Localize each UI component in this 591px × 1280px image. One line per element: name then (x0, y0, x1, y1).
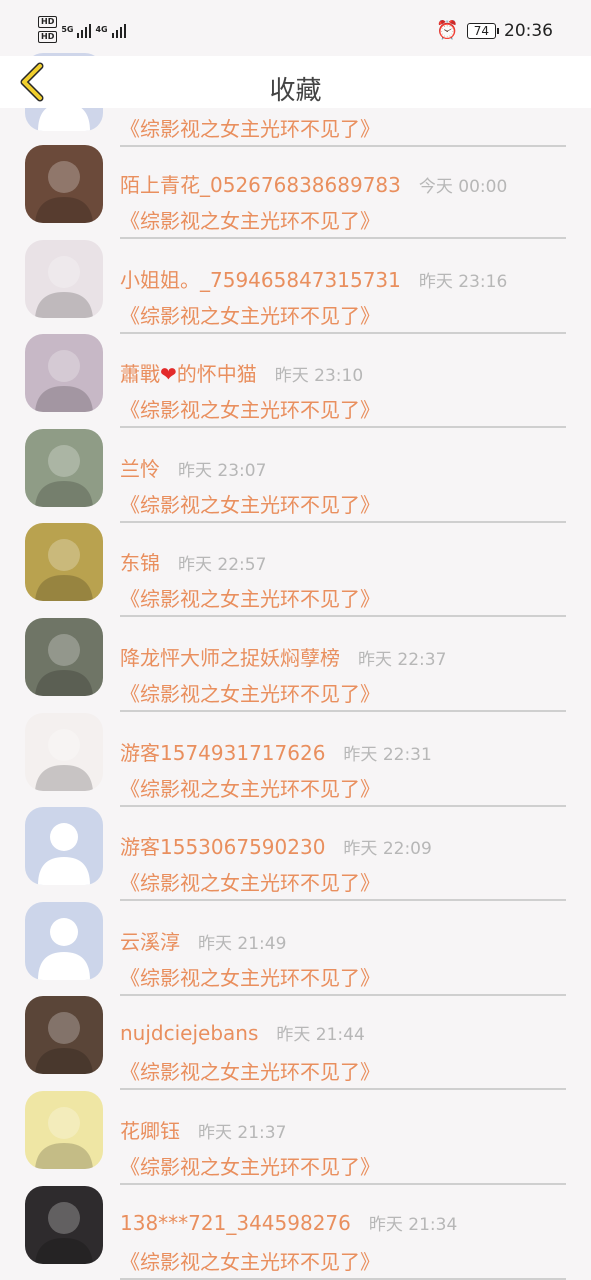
list-item[interactable]: 降龙怦大师之捉妖焖孽榜 昨天 22:37 《综影视之女主光环不见了》 (0, 598, 591, 712)
list-item[interactable]: 兰怜 昨天 23:07 《综影视之女主光环不见了》 (0, 409, 591, 523)
user-name: 小姐姐。_759465847315731 (120, 267, 401, 292)
hd-badge-1: HD (38, 16, 58, 28)
avatar[interactable] (25, 1185, 103, 1264)
divider (120, 1277, 566, 1280)
avatar[interactable] (25, 901, 103, 980)
avatar[interactable] (25, 239, 103, 318)
item-header-row: 蕭戰❤的怀中猫 昨天 23:10 (120, 358, 363, 387)
list-item[interactable]: 138***721_344598276 昨天 21:34 《综影视之女主光环不见了》 (0, 1166, 591, 1280)
item-header-row: 小姐姐。_759465847315731 昨天 23:16 (120, 264, 507, 293)
timestamp: 昨天 23:16 (418, 271, 508, 292)
user-name: 云溪淳 (120, 929, 180, 954)
user-name: 东锦 (120, 551, 160, 576)
user-name: 花卿钰 (120, 1119, 180, 1143)
user-name: nujdciejebans (120, 1021, 259, 1046)
app-header: 收藏 (0, 56, 591, 108)
user-name: 兰怜 (120, 456, 160, 481)
timestamp: 昨天 21:44 (276, 1025, 365, 1046)
avatar[interactable] (25, 996, 103, 1075)
timestamp: 昨天 21:37 (198, 1123, 287, 1143)
timestamp: 昨天 23:10 (274, 366, 364, 387)
user-name: 游客1553067590230 (120, 835, 326, 860)
list-item[interactable]: nujdciejebans 昨天 21:44 《综影视之女主光环不见了》 (0, 976, 591, 1091)
avatar[interactable] (25, 334, 103, 413)
list-item[interactable]: 花卿钰 昨天 21:37 《综影视之女主光环不见了》 (0, 1071, 591, 1185)
user-name: 陌上青花_052676838689783 (120, 173, 401, 197)
avatar[interactable] (25, 428, 103, 507)
item-header-row: 游客1574931717626 昨天 22:31 (120, 737, 432, 766)
user-name-suffix: 的怀中猫 (176, 362, 257, 387)
list-item[interactable]: 游客1574931717626 昨天 22:31 《综影视之女主光环不见了》 (0, 693, 591, 807)
page-title: 收藏 (269, 76, 322, 106)
timestamp: 昨天 21:49 (198, 933, 287, 954)
item-header-row: 138***721_344598276 昨天 21:34 (120, 1210, 457, 1235)
timestamp: 昨天 22:37 (358, 650, 447, 670)
item-header-row: 东锦 昨天 22:57 (120, 547, 266, 576)
item-header-row: 游客1553067590230 昨天 22:09 (120, 831, 432, 860)
list-item[interactable]: 云溪淳 昨天 21:49 《综影视之女主光环不见了》 (0, 882, 591, 996)
avatar[interactable] (25, 523, 103, 602)
timestamp: 昨天 21:34 (368, 1214, 458, 1235)
list-item[interactable]: 陌上青花_052676838689783 今天 00:00 《综影视之女主光环不见了… (0, 125, 591, 239)
list-item[interactable]: 小姐姐。_759465847315731 昨天 23:16 《综影视之女主光环不见了… (0, 220, 591, 334)
timestamp: 昨天 23:07 (178, 460, 267, 481)
item-header-row: 云溪淳 昨天 21:49 (120, 926, 286, 955)
user-name: 蕭戰❤的怀中猫 (120, 362, 257, 387)
user-name: 降龙怦大师之捉妖焖孽榜 (120, 646, 340, 670)
user-name: 游客1574931717626 (120, 740, 326, 765)
avatar[interactable] (25, 145, 103, 223)
user-name: 138***721_344598276 (120, 1210, 351, 1235)
timestamp: 今天 00:00 (418, 177, 508, 197)
heart-icon: ❤ (160, 362, 177, 387)
timestamp: 昨天 22:09 (343, 839, 432, 860)
list-item[interactable]: 东锦 昨天 22:57 《综影视之女主光环不见了》 (0, 503, 591, 618)
avatar[interactable] (25, 1091, 103, 1169)
avatar[interactable] (25, 807, 103, 886)
item-header-row: nujdciejebans 昨天 21:44 (120, 1020, 365, 1045)
list-item[interactable]: 游客1553067590230 昨天 22:09 《综影视之女主光环不见了》 (0, 787, 591, 902)
timestamp: 昨天 22:57 (178, 555, 267, 576)
item-header-row: 降龙怦大师之捉妖焖孽榜 昨天 22:37 (120, 642, 446, 671)
timestamp: 昨天 22:31 (343, 744, 432, 765)
item-header-row: 陌上青花_052676838689783 今天 00:00 (120, 169, 507, 198)
book-title[interactable]: 《综影视之女主光环不见了》 (120, 1246, 380, 1275)
list-item[interactable]: 蕭戰❤的怀中猫 昨天 23:10 《综影视之女主光环不见了》 (0, 314, 591, 429)
item-header-row: 兰怜 昨天 23:07 (120, 453, 266, 482)
avatar[interactable] (25, 712, 103, 791)
avatar[interactable] (25, 618, 103, 696)
item-header-row: 花卿钰 昨天 21:37 (120, 1115, 286, 1144)
